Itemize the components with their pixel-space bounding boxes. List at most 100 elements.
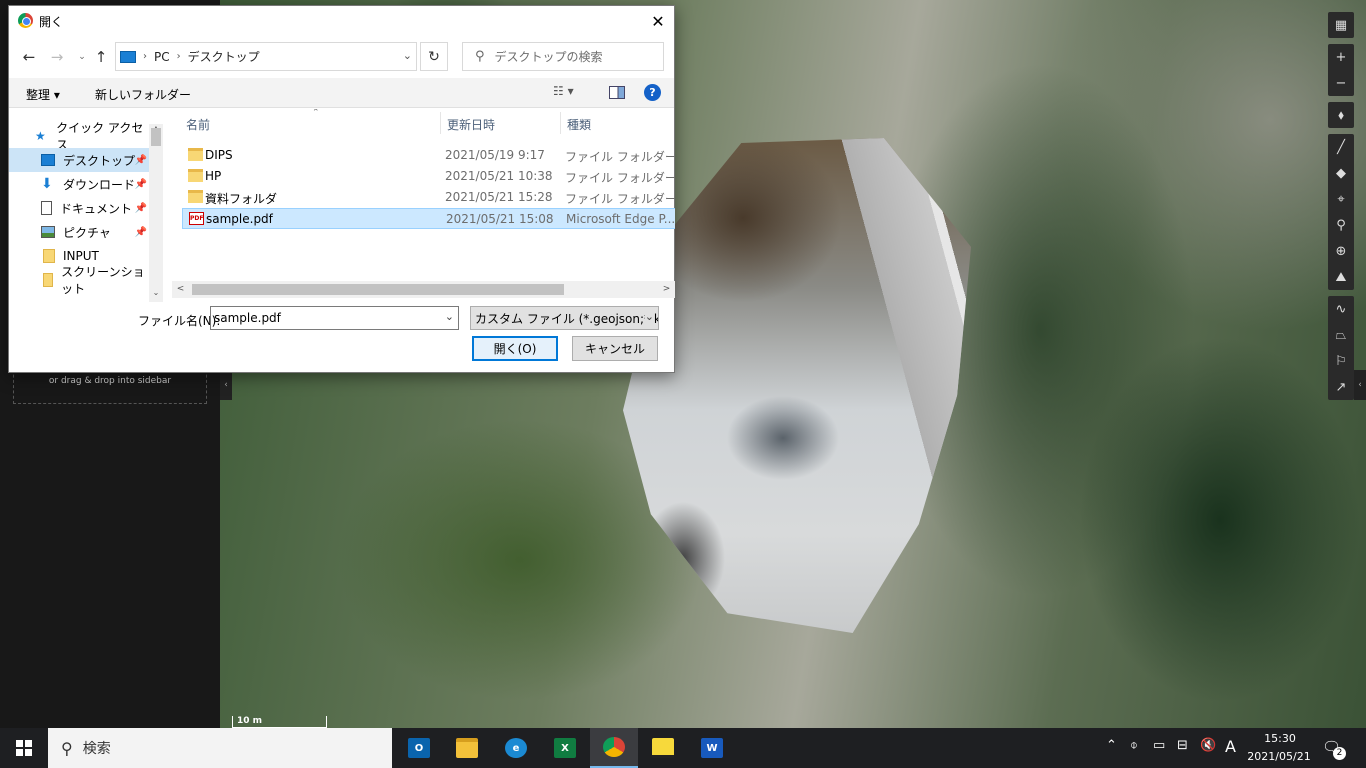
up-arrow-icon[interactable]: ↑ xyxy=(91,47,111,67)
breadcrumb-pc[interactable]: PC xyxy=(154,50,170,64)
breadcrumb-desktop[interactable]: デスクトップ xyxy=(188,48,260,65)
layers-grid-icon[interactable]: ▦ xyxy=(1328,12,1354,38)
taskbar-app-edge[interactable]: e xyxy=(492,728,540,768)
meet-now-icon[interactable]: ⌽ xyxy=(1130,738,1138,753)
taskbar-app-word[interactable]: W xyxy=(688,728,736,768)
zoom-out-icon[interactable]: − xyxy=(1328,70,1354,96)
forward-arrow-icon[interactable]: → xyxy=(47,47,67,67)
file-row[interactable]: 資料フォルダ 2021/05/21 15:28 ファイル フォルダー xyxy=(182,187,675,208)
file-row[interactable]: HP 2021/05/21 10:38 ファイル フォルダー xyxy=(182,166,675,187)
file-explorer-icon xyxy=(456,738,478,758)
download-icon: ⬇ xyxy=(41,176,53,192)
scroll-thumb[interactable] xyxy=(151,128,161,146)
new-folder-button[interactable]: 新しいフォルダー xyxy=(95,86,191,103)
taskbar-search-box[interactable]: ⚲ 検索 xyxy=(48,728,392,768)
desktop-icon xyxy=(41,154,55,166)
recent-locations-chevron-icon[interactable]: ⌄ xyxy=(72,47,92,67)
nav-item-documents[interactable]: ドキュメント 📌 xyxy=(9,196,149,220)
search-input[interactable] xyxy=(494,49,645,64)
organize-button[interactable]: 整理 ▾ xyxy=(26,86,60,103)
start-button[interactable] xyxy=(0,728,48,768)
filename-combobox[interactable]: ⌄ xyxy=(210,306,459,330)
preview-pane-icon[interactable] xyxy=(609,86,625,99)
arrow-tool-icon[interactable]: ↗ xyxy=(1328,374,1354,400)
volume-icon[interactable]: ⛰ xyxy=(1328,264,1354,290)
column-header-type[interactable]: 種類 xyxy=(567,116,591,133)
battery-icon[interactable]: ▭ xyxy=(1153,738,1165,753)
nav-item-desktop[interactable]: デスクトップ 📌 xyxy=(9,148,149,172)
taskbar-app-excel[interactable]: X xyxy=(541,728,589,768)
nav-item-downloads[interactable]: ⬇ ダウンロード 📌 xyxy=(9,172,149,196)
sidebar-collapse-toggle[interactable]: ‹ xyxy=(220,370,232,400)
taskbar-app-file-explorer[interactable] xyxy=(443,728,491,768)
file-list-horizontal-scrollbar[interactable]: < > xyxy=(172,281,675,298)
column-header-name[interactable]: 名前 xyxy=(186,116,210,133)
column-divider[interactable] xyxy=(440,112,441,134)
open-file-dialog: 開く ✕ ← → ⌄ ↑ › PC › デスクトップ ⌄ ↻ ⚲ 整理 ▾ 新し… xyxy=(8,5,675,373)
compass-icon[interactable]: ⬧ xyxy=(1328,102,1354,128)
search-box[interactable]: ⚲ xyxy=(462,42,664,71)
scroll-left-icon[interactable]: < xyxy=(172,281,189,298)
show-hidden-icons-chevron-icon[interactable]: ⌃ xyxy=(1106,738,1117,753)
clock-date[interactable]: 2021/05/21 xyxy=(1236,750,1322,763)
map-marker-icon[interactable]: ⚲ xyxy=(1328,212,1354,238)
network-icon[interactable]: ⊟ xyxy=(1177,738,1188,753)
cancel-button[interactable]: キャンセル xyxy=(572,336,658,361)
filetype-select[interactable]: カスタム ファイル (*.geojson;*.kml; ⌄ xyxy=(470,306,659,330)
taskbar-app-outlook[interactable]: O xyxy=(395,728,443,768)
folder-icon xyxy=(43,249,55,263)
taskbar-app-sticky-notes[interactable] xyxy=(639,728,687,768)
folder-icon xyxy=(43,273,54,287)
sticky-notes-icon xyxy=(652,738,674,758)
scroll-thumb[interactable] xyxy=(192,284,564,295)
dialog-toolbar: 整理 ▾ 新しいフォルダー ☷ ▾ ? xyxy=(9,78,674,108)
location-pin-icon[interactable]: ⌖ xyxy=(1328,186,1354,212)
drop-hint-text: or drag & drop into sidebar xyxy=(48,376,172,386)
ime-indicator[interactable]: A xyxy=(1225,737,1236,756)
volume-muted-icon[interactable]: 🔇 xyxy=(1200,738,1216,753)
file-type: ファイル フォルダー xyxy=(565,171,675,185)
nav-item-label: デスクトップ xyxy=(63,153,136,168)
open-button[interactable]: 開く(O) xyxy=(472,336,558,361)
taskbar-app-chrome[interactable] xyxy=(590,728,638,768)
zoom-in-icon[interactable]: + xyxy=(1328,44,1354,70)
file-date: 2021/05/21 15:08 xyxy=(446,212,554,226)
excel-icon: X xyxy=(554,738,576,758)
measure-line-icon[interactable]: ╱ xyxy=(1328,134,1354,160)
refresh-button[interactable]: ↻ xyxy=(420,42,448,71)
nav-item-label: スクリーンショット xyxy=(61,265,145,296)
chevron-down-icon[interactable]: ⌄ xyxy=(445,310,454,323)
back-arrow-icon[interactable]: ← xyxy=(19,47,39,67)
nav-pane-scrollbar[interactable]: ▲ ⌄ xyxy=(149,124,163,302)
file-row[interactable]: PDF sample.pdf 2021/05/21 15:08 Microsof… xyxy=(182,208,675,229)
profile-chart-icon[interactable]: ∿ xyxy=(1328,296,1354,322)
scroll-right-icon[interactable]: > xyxy=(658,281,675,298)
column-header-date[interactable]: 更新日時 xyxy=(447,116,495,133)
nav-item-quick-access[interactable]: ★ クイック アクセス xyxy=(9,121,149,152)
notification-count-badge: 2 xyxy=(1333,747,1346,760)
file-list-header: ⌃ 名前 更新日時 種類 xyxy=(172,109,675,135)
file-type: Microsoft Edge P... xyxy=(566,212,675,226)
nav-item-pictures[interactable]: ピクチャ 📌 xyxy=(9,220,149,244)
tools-collapse-toggle[interactable]: ‹ xyxy=(1354,370,1366,400)
pin-icon: 📌 xyxy=(134,154,147,166)
area-icon[interactable]: ⏢ xyxy=(1328,322,1354,348)
chevron-down-icon[interactable]: ⌄ xyxy=(644,310,654,323)
nav-item-screenshots[interactable]: スクリーンショット xyxy=(9,265,149,296)
view-options-button[interactable]: ☷ ▾ xyxy=(553,84,574,98)
chevron-down-icon[interactable]: ⌄ xyxy=(403,49,412,62)
file-row[interactable]: DIPS 2021/05/19 9:17 ファイル フォルダー xyxy=(182,145,675,166)
help-icon[interactable]: ? xyxy=(644,84,661,101)
filename-input[interactable] xyxy=(214,311,434,325)
pin-icon: 📌 xyxy=(134,178,147,190)
clock-time[interactable]: 15:30 xyxy=(1252,732,1308,745)
dialog-title-bar[interactable]: 開く ✕ xyxy=(9,6,674,36)
scroll-down-icon[interactable]: ⌄ xyxy=(149,288,163,302)
pin-icon: 📌 xyxy=(134,226,147,238)
walk-icon[interactable]: ⚐ xyxy=(1328,348,1354,374)
close-button[interactable]: ✕ xyxy=(642,6,674,36)
crosshair-icon[interactable]: ⊕ xyxy=(1328,238,1354,264)
height-icon[interactable]: ◆ xyxy=(1328,160,1354,186)
column-divider[interactable] xyxy=(560,112,561,134)
address-bar[interactable]: › PC › デスクトップ ⌄ xyxy=(115,42,417,71)
